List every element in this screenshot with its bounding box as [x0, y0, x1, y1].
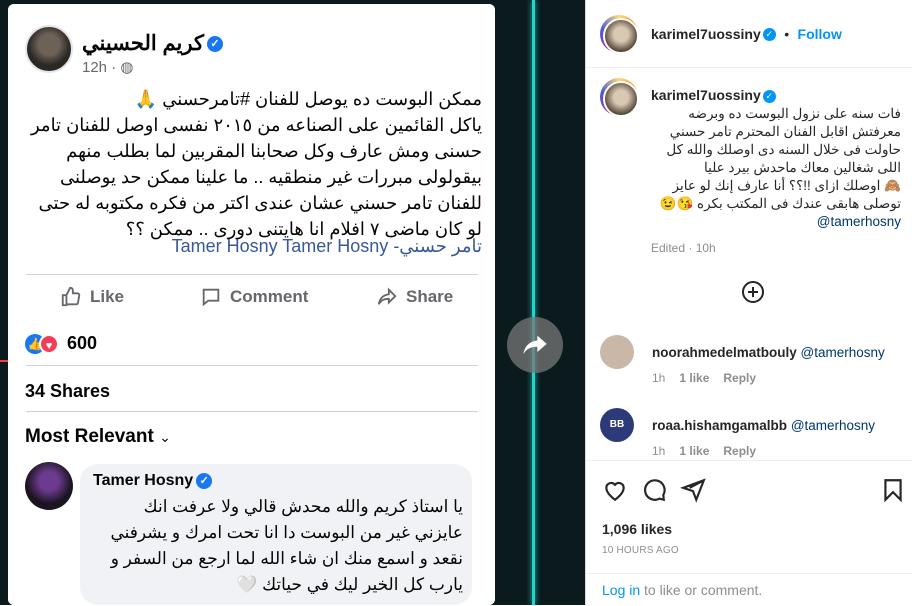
facebook-screenshot: كريم الحسيني ✓ 12h · ◍ ممكن البوست ده يوص…: [8, 4, 495, 605]
fb-author-avatar: [25, 25, 73, 73]
thumbs-up-icon: [61, 286, 81, 307]
background-light-streak: [532, 0, 535, 605]
commenter-avatar[interactable]: [600, 335, 634, 369]
reply-button[interactable]: Reply: [723, 444, 756, 458]
separator-dot: •: [784, 26, 790, 42]
fb-post-body: ممكن البوست ده يوصل للفنان #تامرحسني 🙏 ي…: [31, 89, 482, 239]
fb-post-tags: تامر حسني- Tamer Hosny Tamer Hosny: [171, 236, 482, 256]
comment-mention[interactable]: @tamerhosny: [801, 345, 885, 360]
verified-icon: ✓: [762, 89, 776, 103]
follow-button[interactable]: Follow: [798, 26, 842, 42]
share-arrow-icon: [523, 335, 547, 355]
divider: [26, 411, 478, 412]
post-caption: karimel7uossiny ✓ فات سنه على نزول البوست…: [651, 86, 901, 257]
fb-post-card: كريم الحسيني ✓ 12h · ◍ ممكن البوست ده يوص…: [8, 4, 495, 332]
fb-share-label: Share: [406, 287, 454, 306]
caption-mention[interactable]: @tamerhosny: [817, 214, 901, 229]
load-more-comments-icon[interactable]: [741, 280, 765, 304]
commenter-username[interactable]: noorahmedelmatbouly: [652, 345, 797, 360]
comment-mention[interactable]: @tamerhosny: [791, 418, 875, 433]
comment-time: 1h: [652, 371, 666, 385]
commenter-username[interactable]: roaa.hishamgamalbb: [652, 418, 787, 433]
heart-icon[interactable]: [602, 477, 628, 503]
login-prompt: Log in to like or comment.: [586, 573, 912, 606]
comment-likes[interactable]: 1 like: [679, 444, 709, 458]
share-arrow-icon: [377, 287, 397, 305]
heart-reaction-icon: ♥: [39, 334, 59, 354]
bookmark-icon[interactable]: [880, 477, 906, 503]
post-media: كريم الحسيني ✓ 12h · ◍ ممكن البوست ده يوص…: [0, 0, 585, 605]
likes-count[interactable]: 1,096 likes: [602, 521, 672, 537]
verified-icon: ✓: [196, 472, 213, 489]
fb-share-action: Share: [376, 286, 453, 308]
verified-icon: ✓: [762, 28, 776, 42]
divider: [26, 274, 478, 275]
comment-meta: 1h 1 like Reply: [652, 371, 756, 385]
chevron-down-icon: ⌄: [159, 429, 171, 445]
commenter-avatar[interactable]: BB: [600, 408, 634, 442]
speech-bubble-icon: [202, 288, 220, 307]
post-actions: 1,096 likes 10 HOURS AGO Log in to like …: [586, 460, 912, 605]
divider: [26, 365, 478, 366]
verified-icon: ✓: [206, 36, 223, 53]
fb-commenter-avatar: [25, 462, 73, 510]
caption-text: فات سنه على نزول البوست ده وبرضه معرفتش …: [659, 106, 901, 211]
fb-like-action: Like: [60, 286, 124, 308]
comment-meta: 1h 1 like Reply: [652, 444, 756, 458]
posted-time: 10 HOURS AGO: [602, 545, 679, 556]
fb-reaction-icons: 👍 ♥: [25, 334, 63, 354]
comment-icon[interactable]: [641, 477, 667, 503]
login-link[interactable]: Log in: [602, 582, 640, 598]
header-username[interactable]: karimel7uossiny: [651, 26, 761, 42]
fb-comment-text: يا استاذ كريم والله محدش قالي ولا عرفت ا…: [110, 497, 463, 594]
fb-comment-action: Comment: [200, 286, 308, 308]
send-icon[interactable]: [680, 477, 706, 503]
comment-likes[interactable]: 1 like: [679, 371, 709, 385]
caption-mention-line: @tamerhosny: [651, 213, 901, 231]
comment-time: 1h: [652, 444, 666, 458]
post-header: karimel7uossiny ✓ • Follow: [586, 0, 912, 68]
caption-author-avatar[interactable]: [600, 78, 639, 117]
fb-author-name: كريم الحسيني ✓: [82, 31, 223, 56]
share-post-button[interactable]: [507, 317, 563, 373]
instagram-sidebar: karimel7uossiny ✓ • Follow karimel7uossin…: [585, 0, 912, 605]
caption-edited: Edited · 10h: [651, 241, 716, 255]
header-user-line: karimel7uossiny ✓ • Follow: [651, 26, 842, 44]
fb-reaction-count: 600: [67, 333, 98, 353]
caption-username-line: karimel7uossiny ✓: [651, 86, 901, 105]
author-avatar[interactable]: [600, 15, 639, 54]
login-prompt-text: to like or comment.: [640, 582, 763, 598]
reply-button[interactable]: Reply: [723, 371, 756, 385]
fb-comment-sort: Most Relevant ⌄: [25, 426, 171, 447]
caption-username[interactable]: karimel7uossiny: [651, 87, 761, 103]
comment-line: noorahmedelmatbouly @tamerhosny: [652, 345, 885, 360]
comment-line: roaa.hishamgamalbb @tamerhosny: [652, 418, 875, 433]
fb-comment-label: Comment: [230, 287, 309, 306]
fb-post-time: 12h · ◍: [82, 59, 134, 76]
fb-commenter-name: Tamer Hosny ✓: [93, 472, 213, 490]
fb-like-label: Like: [90, 287, 125, 306]
globe-icon: ◍: [120, 59, 134, 76]
fb-shares-count: 34 Shares: [25, 381, 111, 401]
